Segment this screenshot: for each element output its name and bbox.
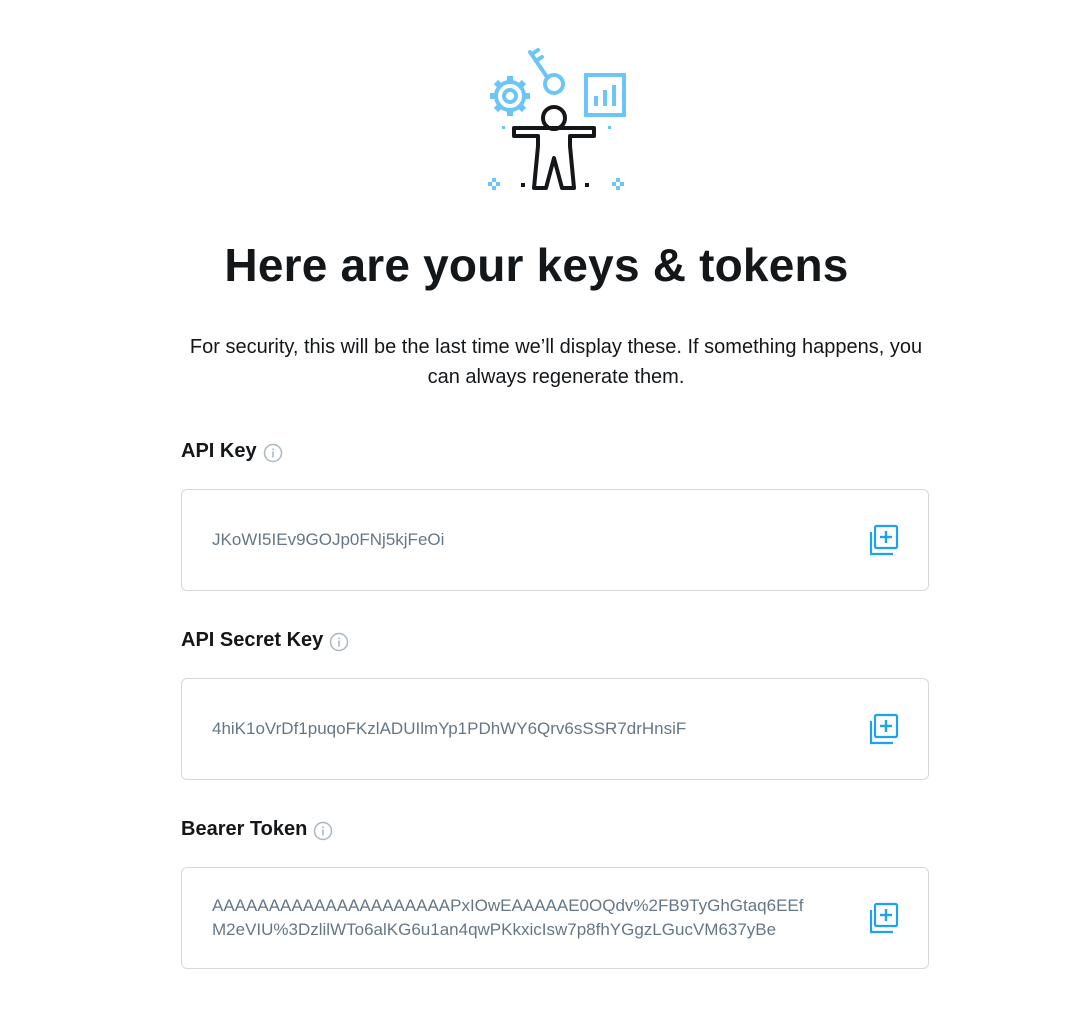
page-title: Here are your keys & tokens xyxy=(224,239,849,291)
copy-icon xyxy=(869,902,899,934)
info-icon[interactable] xyxy=(263,443,283,463)
bearer-token-field: AAAAAAAAAAAAAAAAAAAAAPxIOwEAAAAAE0OQdv%2… xyxy=(181,867,929,969)
bearer-token-copy-button[interactable] xyxy=(866,901,900,935)
api-secret-key-value[interactable]: 4hiK1oVrDf1puqoFKzlADUIlmYp1PDhWY6Qrv6sS… xyxy=(212,717,832,741)
api-key-value[interactable]: JKoWI5IEv9GOJp0FNj5kjFeOi xyxy=(212,528,832,552)
api-key-label-text: API Key xyxy=(181,440,257,462)
info-icon[interactable] xyxy=(329,632,349,652)
person-icon xyxy=(512,105,596,190)
api-key-copy-button[interactable] xyxy=(866,523,900,557)
api-secret-key-label: API Secret Key xyxy=(181,629,349,652)
api-secret-key-field: 4hiK1oVrDf1puqoFKzlADUIlmYp1PDhWY6Qrv6sS… xyxy=(181,678,929,780)
api-secret-key-label-text: API Secret Key xyxy=(181,629,324,651)
small-dots xyxy=(521,183,589,187)
keys-illustration xyxy=(488,48,626,190)
page-subtitle: For security, this will be the last time… xyxy=(189,336,923,388)
bearer-token-label: Bearer Token xyxy=(181,818,333,841)
chart-board-icon xyxy=(584,73,626,117)
copy-icon xyxy=(869,524,899,556)
bearer-token-label-text: Bearer Token xyxy=(181,818,308,840)
api-secret-key-copy-button[interactable] xyxy=(866,712,900,746)
copy-icon xyxy=(869,713,899,745)
api-key-field: JKoWI5IEv9GOJp0FNj5kjFeOi xyxy=(181,489,929,591)
info-icon[interactable] xyxy=(313,821,333,841)
bearer-token-value[interactable]: AAAAAAAAAAAAAAAAAAAAAPxIOwEAAAAAE0OQdv%2… xyxy=(212,894,812,942)
key-icon xyxy=(528,48,565,95)
gear-icon xyxy=(490,76,530,116)
api-key-label: API Key xyxy=(181,440,283,463)
